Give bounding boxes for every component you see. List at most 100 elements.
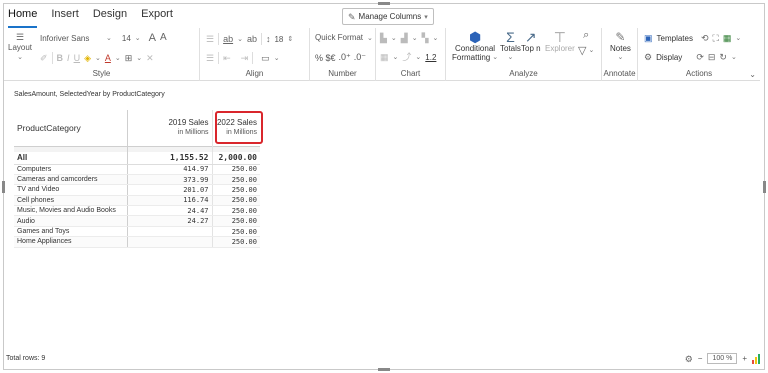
conditional-formatting-button[interactable]: ⬢ Conditional Formatting ⌄ <box>452 30 498 62</box>
tab-export[interactable]: Export <box>141 8 173 24</box>
zoom-level-input[interactable]: 100 % <box>707 353 738 364</box>
actions-row-top: ▣ Templates ⟲ ⛶ ▦ ⌄ <box>644 33 741 43</box>
font-color-icon[interactable]: A <box>105 53 111 63</box>
total-2022[interactable]: 2,000.00 <box>212 152 260 165</box>
search-icon[interactable]: ⌕ <box>583 30 589 41</box>
indent-icon[interactable]: ⇥ <box>241 53 249 63</box>
redo-icon[interactable]: ⟳ <box>696 52 704 62</box>
row-2019-value[interactable]: 116.74 <box>127 195 213 207</box>
row-height-icon[interactable]: ↕ <box>266 34 271 44</box>
increase-decimal-button[interactable]: .0⁺ <box>339 52 351 63</box>
row-label[interactable]: Music, Movies and Audio Books <box>14 205 128 217</box>
edit-columns-icon: ✎ <box>348 11 356 22</box>
resize-handle-left[interactable] <box>2 181 5 193</box>
table-row: TV and Video 201.07 250.00 <box>14 184 260 196</box>
logo-bar <box>755 356 757 364</box>
layout-button[interactable]: ☰ Layout ⌄ <box>8 32 32 61</box>
row-2022-value[interactable]: 250.00 <box>212 195 260 207</box>
comment-box-icon[interactable]: ▭ <box>261 53 270 63</box>
refresh-icon[interactable]: ↻ <box>719 52 727 62</box>
currency-button[interactable]: % $€ <box>315 53 336 63</box>
zoom-out-button[interactable]: − <box>698 354 703 363</box>
data-label-button[interactable]: 1.2 <box>425 53 436 62</box>
resize-handle-right[interactable] <box>763 181 766 193</box>
bar-chart-icon[interactable]: ▙ <box>380 33 387 43</box>
row-2022-value[interactable]: 250.00 <box>212 164 260 175</box>
undo-icon[interactable]: ⟲ <box>701 33 709 43</box>
merge-text-icon[interactable]: ab <box>247 34 257 44</box>
manage-columns-button[interactable]: ✎ Manage Columns ▾ <box>342 8 434 25</box>
tab-home[interactable]: Home <box>8 8 38 28</box>
row-2022-value[interactable]: 250.00 <box>212 174 260 186</box>
row-height-value[interactable]: 18 <box>274 35 283 44</box>
explorer-button[interactable]: ⊤ Explorer <box>545 30 575 53</box>
quick-format-dropdown[interactable]: Quick Format ⌄ <box>315 33 373 42</box>
align-center-icon[interactable]: ☰ <box>206 53 214 63</box>
row-2019-value[interactable] <box>127 226 213 238</box>
borders-icon[interactable]: ⊞ <box>125 53 133 63</box>
filter-icon[interactable]: ▽ <box>578 46 586 57</box>
font-size-select[interactable]: 14 <box>122 34 131 43</box>
row-2019-value[interactable]: 373.99 <box>127 174 213 186</box>
gear-icon[interactable]: ⚙ <box>685 354 693 364</box>
templates-button[interactable]: Templates <box>657 34 693 43</box>
tab-design[interactable]: Design <box>93 8 127 24</box>
font-family-select[interactable]: Inforiver Sans <box>40 34 102 43</box>
top-n-label: Top n <box>521 44 541 53</box>
totals-button[interactable]: Σ Totals ⌄ <box>500 30 521 61</box>
display-button[interactable]: Display <box>656 53 682 62</box>
underline-icon[interactable]: U <box>74 53 81 63</box>
column-view-icon[interactable]: ⊟ <box>708 52 716 62</box>
increase-font-icon[interactable]: A <box>149 33 156 44</box>
wrap-text-icon[interactable]: ab <box>223 34 233 44</box>
row-2019-value[interactable]: 24.27 <box>127 215 213 227</box>
top-n-button[interactable]: ↗ Top n <box>521 30 541 53</box>
row-2019-value[interactable]: 24.47 <box>127 205 213 217</box>
resize-handle-top[interactable] <box>378 2 390 5</box>
fullscreen-icon[interactable]: ⛶ <box>713 33 719 43</box>
row-2022-value[interactable]: 250.00 <box>212 205 260 217</box>
sparkline-icon[interactable]: ⤴ <box>402 52 411 62</box>
row-label[interactable]: Cell phones <box>14 195 128 207</box>
outdent-icon[interactable]: ⇤ <box>223 53 231 63</box>
table-chart-icon[interactable]: ▦ <box>380 52 389 62</box>
chevron-down-icon: ⌄ <box>617 54 624 61</box>
tab-insert[interactable]: Insert <box>51 8 79 24</box>
row-2019-value[interactable] <box>127 236 213 248</box>
zoom-in-button[interactable]: + <box>742 354 747 363</box>
row-label[interactable]: Games and Toys <box>14 226 128 238</box>
italic-icon[interactable]: I <box>67 53 70 63</box>
waterfall-chart-icon[interactable]: ▚ <box>422 33 429 43</box>
zoom-controls: ⚙ − 100 % + <box>685 353 760 364</box>
column-chart-icon[interactable]: ▟ <box>401 33 408 43</box>
row-label[interactable]: Cameras and camcorders <box>14 174 128 186</box>
row-label[interactable]: Audio <box>14 215 128 227</box>
total-label[interactable]: All <box>14 152 128 165</box>
formatting-label: Formatting <box>452 53 491 62</box>
row-2019-value[interactable]: 201.07 <box>127 184 213 196</box>
paint-format-icon[interactable]: ✐ <box>40 53 48 63</box>
resize-handle-bottom[interactable] <box>378 368 390 371</box>
row-label[interactable]: TV and Video <box>14 184 128 196</box>
row-label[interactable]: Home Appliances <box>14 236 128 248</box>
decrease-font-icon[interactable]: A <box>160 33 167 43</box>
collapse-ribbon-icon[interactable]: ⌄ <box>749 70 756 79</box>
row-2022-value[interactable]: 250.00 <box>212 215 260 227</box>
row-2022-value[interactable]: 250.00 <box>212 236 260 248</box>
fill-color-icon[interactable]: ◈ <box>84 53 91 63</box>
clear-format-icon[interactable]: ✕ <box>146 53 154 63</box>
header-2019-sales[interactable]: 2019 Sales in Millions <box>127 110 213 146</box>
total-2019[interactable]: 1,155.52 <box>127 152 213 165</box>
header-category[interactable]: ProductCategory <box>14 110 128 146</box>
row-2022-value[interactable]: 250.00 <box>212 184 260 196</box>
chevron-down-icon: ⌄ <box>237 36 243 43</box>
row-label[interactable]: Computers <box>14 164 128 175</box>
align-left-icon[interactable]: ☰ <box>206 34 214 44</box>
row-2019-value[interactable]: 414.97 <box>127 164 213 175</box>
row-2022-value[interactable]: 250.00 <box>212 226 260 238</box>
stepper-icon[interactable]: ⇕ <box>287 35 293 43</box>
excel-icon[interactable]: ▦ <box>723 33 732 43</box>
notes-button[interactable]: ✎ Notes ⌄ <box>610 30 631 61</box>
bold-icon[interactable]: B <box>57 53 64 63</box>
decrease-decimal-button[interactable]: .0⁻ <box>354 52 366 63</box>
